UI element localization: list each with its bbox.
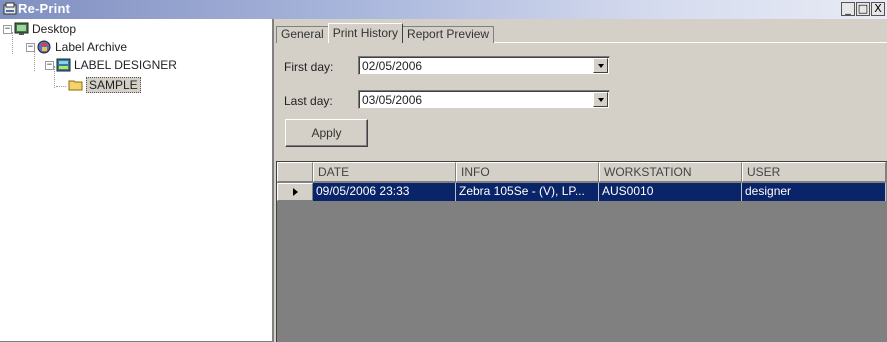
last-day-select[interactable]: 03/05/2006 bbox=[358, 90, 610, 109]
column-header-user[interactable]: USER bbox=[742, 162, 886, 182]
first-day-label: First day: bbox=[284, 60, 334, 74]
first-day-dropdown-button[interactable] bbox=[593, 58, 608, 73]
last-day-value: 03/05/2006 bbox=[362, 93, 423, 107]
grid-header: DATE INFO WORKSTATION USER bbox=[277, 162, 886, 182]
tab-print-history[interactable]: Print History bbox=[327, 23, 404, 43]
tree-node-label: LABEL DESIGNER bbox=[74, 58, 177, 72]
window-title: Re-Print bbox=[18, 1, 71, 16]
tree-node-label: SAMPLE bbox=[86, 77, 141, 93]
cell-workstation[interactable]: AUS0010 bbox=[599, 183, 742, 201]
folder-icon bbox=[68, 80, 83, 91]
column-header-date[interactable]: DATE bbox=[313, 162, 456, 182]
tree-connector bbox=[56, 86, 66, 87]
reprint-window: Re-Print _ □ X − Desktop − Label Archive… bbox=[0, 0, 887, 342]
app-icon bbox=[3, 2, 17, 15]
title-bar[interactable]: Re-Print _ □ X bbox=[0, 0, 887, 19]
tab-general[interactable]: General bbox=[276, 26, 329, 43]
window-controls: _ □ X bbox=[841, 2, 885, 17]
column-header-workstation[interactable]: WORKSTATION bbox=[599, 162, 742, 182]
last-day-label: Last day: bbox=[284, 94, 333, 108]
tree-node-label-designer[interactable]: − LABEL DESIGNER bbox=[45, 57, 177, 73]
collapse-icon[interactable]: − bbox=[3, 24, 12, 34]
maximize-button[interactable]: □ bbox=[856, 2, 870, 16]
collapse-icon[interactable]: − bbox=[45, 60, 54, 70]
tree-node-desktop[interactable]: − Desktop bbox=[3, 21, 76, 37]
table-row[interactable]: 09/05/2006 23:33 Zebra 105Se - (V), LP..… bbox=[277, 183, 886, 201]
desktop-icon bbox=[14, 22, 29, 35]
cell-date[interactable]: 09/05/2006 23:33 bbox=[313, 183, 456, 201]
apply-button[interactable]: Apply bbox=[285, 119, 368, 147]
print-history-grid[interactable]: DATE INFO WORKSTATION USER 09/05/2006 23… bbox=[276, 161, 887, 342]
main-panel: General Print History Report Preview Fir… bbox=[276, 19, 887, 342]
close-button[interactable]: X bbox=[871, 2, 885, 16]
tree-node-label-archive[interactable]: − Label Archive bbox=[26, 39, 127, 55]
tree-node-label: Desktop bbox=[32, 22, 77, 36]
cell-info[interactable]: Zebra 105Se - (V), LP... bbox=[456, 183, 599, 201]
tree-node-label: Label Archive bbox=[55, 40, 128, 54]
tree-node-sample[interactable]: SAMPLE bbox=[68, 77, 141, 93]
row-indicator-header bbox=[277, 162, 313, 182]
last-day-dropdown-button[interactable] bbox=[593, 92, 608, 107]
tab-strip: General Print History Report Preview bbox=[276, 23, 495, 43]
row-pointer-icon bbox=[292, 188, 298, 196]
label-designer-icon bbox=[56, 58, 71, 72]
first-day-select[interactable]: 02/05/2006 bbox=[358, 56, 610, 75]
first-day-value: 02/05/2006 bbox=[362, 59, 423, 73]
chevron-down-icon bbox=[597, 63, 604, 68]
tab-report-preview[interactable]: Report Preview bbox=[402, 26, 495, 43]
archive-icon bbox=[37, 40, 51, 54]
cell-user[interactable]: designer bbox=[742, 183, 886, 201]
collapse-icon[interactable]: − bbox=[26, 42, 35, 52]
column-header-info[interactable]: INFO bbox=[456, 162, 599, 182]
chevron-down-icon bbox=[597, 97, 604, 102]
archive-tree[interactable]: − Desktop − Label Archive − LABEL DESIGN… bbox=[0, 19, 274, 342]
minimize-button[interactable]: _ bbox=[841, 2, 855, 16]
current-row-indicator bbox=[277, 183, 313, 201]
